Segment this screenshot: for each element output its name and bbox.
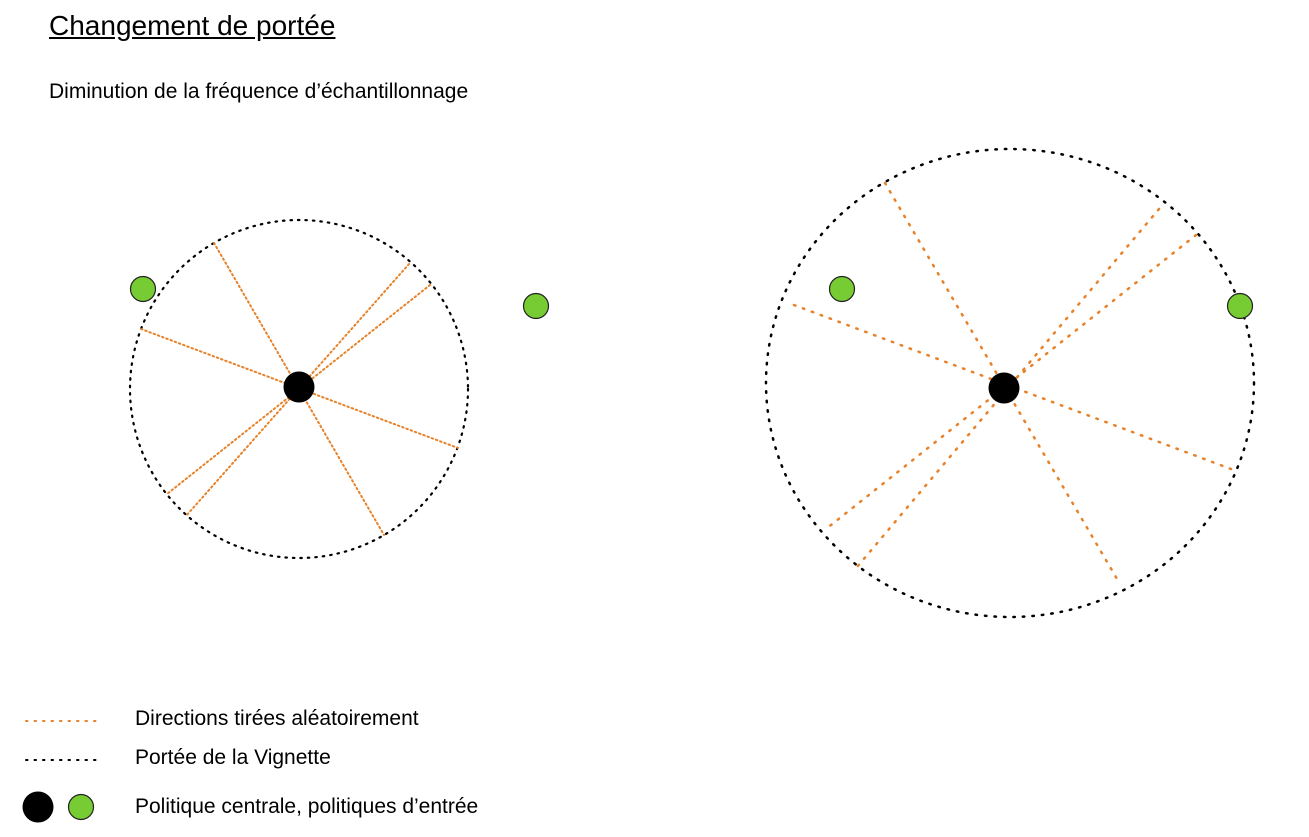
legend-range-label: Portée de la Vignette (135, 746, 331, 769)
legend-black-dotted-line (25, 759, 101, 761)
left-panel (128, 218, 550, 560)
input-policy-dot (1226, 292, 1254, 320)
legend-range: Portée de la Vignette (0, 739, 700, 779)
legend-directions-label: Directions tirées aléatoirement (135, 707, 419, 730)
legend-policies-label: Politique centrale, politiques d’entrée (135, 795, 479, 818)
right-panel (764, 147, 1256, 619)
legend-directions: Directions tirées aléatoirement (0, 700, 700, 740)
input-policy-dot (828, 275, 856, 303)
legend-central-dot (22, 791, 54, 823)
legend-orange-dotted-line (25, 720, 101, 722)
legend-input-dot (67, 793, 95, 821)
central-policy-dot (988, 372, 1020, 404)
legend-policy-dots (22, 791, 95, 823)
central-policy-dot (283, 371, 315, 403)
input-policy-dot (129, 275, 157, 303)
legend-policies: Politique centrale, politiques d’entrée (0, 787, 700, 827)
input-policy-dot (522, 292, 550, 320)
